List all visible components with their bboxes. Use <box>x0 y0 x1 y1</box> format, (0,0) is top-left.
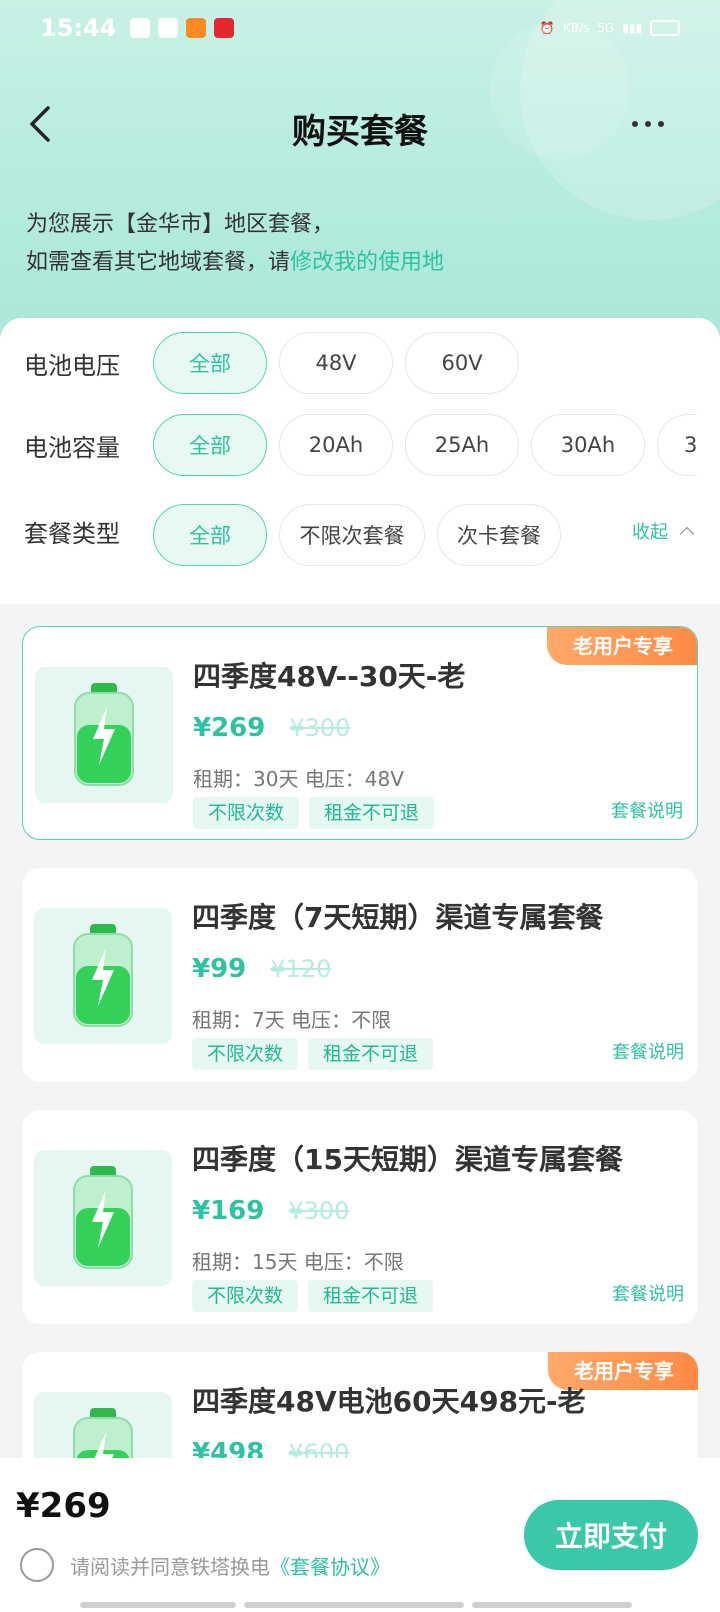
app-icon <box>186 18 207 38</box>
package-spec: 租期：30天 电压：48V <box>193 767 404 791</box>
package-tag: 租金不可退 <box>309 797 435 829</box>
collapse-button[interactable]: 收起 <box>632 518 695 544</box>
capacity-chip-more[interactable]: 3 <box>657 414 697 476</box>
package-card[interactable]: 老用户专享 四季度48V--30天-老 ¥269 ¥300 租期：30天 电压：… <box>22 626 698 840</box>
change-region-link[interactable]: 修改我的使用地 <box>290 250 444 275</box>
type-chip-unlimited[interactable]: 不限次套餐 <box>279 504 425 566</box>
agreement-row: 请阅读并同意铁塔换电《套餐协议》 <box>20 1548 390 1582</box>
capacity-chip-30ah[interactable]: 30Ah <box>531 414 645 476</box>
region-tip: 为您展示【金华市】地区套餐， 如需查看其它地域套餐，请修改我的使用地 <box>26 206 444 282</box>
package-price: ¥269 <box>193 713 266 743</box>
voltage-chip-all[interactable]: 全部 <box>153 332 267 394</box>
capacity-filter: 电池容量 全部 20Ah 25Ah 30Ah 3 <box>0 414 720 476</box>
message-icon <box>158 18 179 38</box>
package-original-price: ¥120 <box>270 955 332 983</box>
dot-icon <box>645 121 651 127</box>
battery-icon <box>650 20 680 36</box>
app-icon <box>214 18 235 38</box>
package-tag: 不限次数 <box>193 797 300 829</box>
package-explain-link[interactable]: 套餐说明 <box>612 1280 684 1306</box>
filter-panel: 电池电压 全部 48V 60V 电池容量 全部 20Ah 25Ah 30Ah 3… <box>0 318 720 604</box>
voltage-chip-60v[interactable]: 60V <box>405 332 519 394</box>
checkout-bar: ¥269 请阅读并同意铁塔换电《套餐协议》 立即支付 <box>0 1458 720 1612</box>
package-price: ¥169 <box>192 1196 265 1226</box>
status-bar: 15:44 ⏰ KB/s 5G ▮▮▮ <box>0 0 720 56</box>
region-line-2: 如需查看其它地域套餐，请修改我的使用地 <box>26 244 444 282</box>
home-indicator <box>80 1602 632 1608</box>
more-button[interactable] <box>632 114 672 134</box>
agree-checkbox[interactable] <box>20 1548 54 1582</box>
voltage-chip-48v[interactable]: 48V <box>279 332 393 394</box>
package-explain-link[interactable]: 套餐说明 <box>611 797 683 823</box>
capacity-label: 电池容量 <box>24 434 120 462</box>
old-user-badge: 老用户专享 <box>547 627 697 665</box>
navbar: 购买套餐 <box>0 90 720 160</box>
agreement-text: 请阅读并同意铁塔换电《套餐协议》 <box>70 1551 390 1580</box>
package-original-price: ¥300 <box>288 1197 350 1225</box>
package-title: 四季度48V电池60天498元-老 <box>192 1385 586 1418</box>
dot-icon <box>632 121 638 127</box>
signal-icon: ▮▮▮ <box>622 21 642 35</box>
battery-image <box>35 667 173 803</box>
collapse-label: 收起 <box>632 522 668 543</box>
type-label: 套餐类型 <box>24 520 120 548</box>
agreement-link[interactable]: 《套餐协议》 <box>270 1555 390 1579</box>
package-explain-link[interactable]: 套餐说明 <box>612 1038 684 1064</box>
type-chip-count-card[interactable]: 次卡套餐 <box>437 504 561 566</box>
notification-icon <box>130 18 151 38</box>
page-title: 购买套餐 <box>292 112 428 152</box>
voltage-filter: 电池电压 全部 48V 60V <box>0 332 720 394</box>
region-line-1: 为您展示【金华市】地区套餐， <box>26 212 335 237</box>
package-original-price: ¥300 <box>289 714 351 742</box>
status-time: 15:44 <box>40 14 117 42</box>
package-spec: 租期：15天 电压：不限 <box>192 1250 404 1274</box>
pay-button[interactable]: 立即支付 <box>524 1500 698 1570</box>
battery-image-icon <box>73 924 133 1027</box>
net-speed: KB/s <box>562 21 590 35</box>
package-tag: 租金不可退 <box>308 1038 434 1070</box>
package-card[interactable]: 四季度（7天短期）渠道专属套餐 ¥99 ¥120 租期：7天 电压：不限 不限次… <box>22 868 698 1082</box>
package-spec: 租期：7天 电压：不限 <box>192 1008 392 1032</box>
network-label: 5G <box>597 21 615 35</box>
battery-image <box>34 1150 172 1286</box>
dot-icon <box>658 121 664 127</box>
package-title: 四季度（7天短期）渠道专属套餐 <box>192 901 604 934</box>
battery-image <box>34 908 172 1044</box>
capacity-chip-20ah[interactable]: 20Ah <box>279 414 393 476</box>
alarm-icon: ⏰ <box>539 21 555 35</box>
type-filter: 套餐类型 全部 不限次套餐 次卡套餐 收起 <box>0 504 720 566</box>
battery-image-icon <box>73 1166 133 1269</box>
total-price: ¥269 <box>16 1486 111 1526</box>
voltage-label: 电池电压 <box>24 352 120 380</box>
capacity-chip-25ah[interactable]: 25Ah <box>405 414 519 476</box>
chevron-up-icon <box>679 526 695 542</box>
package-title: 四季度（15天短期）渠道专属套餐 <box>192 1143 623 1176</box>
package-price: ¥99 <box>192 954 247 984</box>
capacity-chip-all[interactable]: 全部 <box>153 414 267 476</box>
type-chip-all[interactable]: 全部 <box>153 504 267 566</box>
agreement-prefix: 请阅读并同意铁塔换电 <box>70 1554 270 1579</box>
package-tag: 租金不可退 <box>308 1280 434 1312</box>
package-tag: 不限次数 <box>192 1280 299 1312</box>
package-title: 四季度48V--30天-老 <box>193 660 466 693</box>
region-line-2-prefix: 如需查看其它地域套餐，请 <box>26 250 291 275</box>
package-tag: 不限次数 <box>192 1038 299 1070</box>
package-card[interactable]: 四季度（15天短期）渠道专属套餐 ¥169 ¥300 租期：15天 电压：不限 … <box>22 1110 698 1324</box>
battery-image-icon <box>74 683 134 786</box>
